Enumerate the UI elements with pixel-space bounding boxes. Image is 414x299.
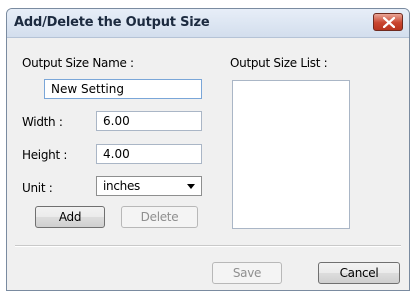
height-label: Height : (22, 148, 68, 162)
add-button[interactable]: Add (35, 206, 105, 228)
output-size-name-label: Output Size Name : (22, 56, 134, 70)
output-size-list[interactable] (232, 80, 350, 229)
add-delete-output-size-dialog: Add/Delete the Output Size Output Size N… (6, 8, 410, 291)
output-size-list-label: Output Size List : (230, 56, 328, 70)
title-bar[interactable]: Add/Delete the Output Size (7, 9, 409, 38)
unit-select-value: inches (103, 179, 140, 193)
unit-label: Unit : (22, 181, 53, 195)
close-icon (383, 17, 395, 28)
width-label: Width : (22, 115, 63, 129)
height-input[interactable]: 4.00 (96, 144, 202, 164)
delete-button[interactable]: Delete (121, 206, 198, 228)
width-input[interactable]: 6.00 (96, 111, 202, 131)
save-button[interactable]: Save (212, 262, 282, 284)
separator (15, 245, 401, 247)
dialog-title: Add/Delete the Output Size (14, 15, 210, 30)
output-size-name-input[interactable]: New Setting (44, 79, 202, 99)
close-button[interactable] (373, 13, 403, 31)
cancel-button[interactable]: Cancel (318, 262, 400, 284)
unit-select[interactable]: inches (96, 176, 202, 196)
chevron-down-icon (187, 184, 195, 189)
